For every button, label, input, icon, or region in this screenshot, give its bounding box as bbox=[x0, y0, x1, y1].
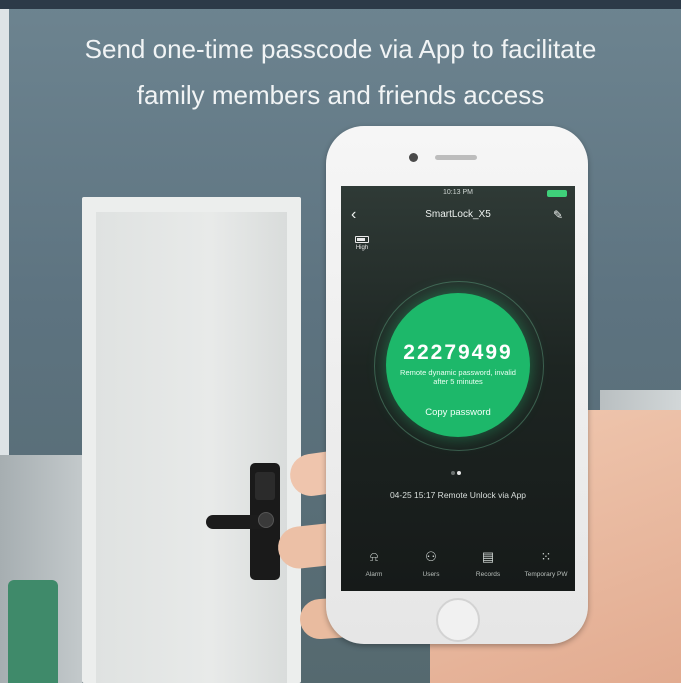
tab-records[interactable]: ▤ Records bbox=[459, 549, 517, 578]
passcode-hint-line-1: Remote dynamic password, invalid bbox=[400, 368, 516, 377]
tab-label: Users bbox=[422, 571, 440, 578]
grid-icon: ⁙ bbox=[540, 549, 552, 564]
page-indicator bbox=[450, 462, 468, 475]
passcode-hint: Remote dynamic password, invalid after 5… bbox=[394, 368, 522, 386]
headline-line-1: Send one-time passcode via App to facili… bbox=[84, 34, 597, 64]
tab-alarm[interactable]: ⍾ Alarm bbox=[345, 549, 403, 578]
copy-password-button[interactable]: Copy password bbox=[386, 407, 530, 418]
passcode-card: 22279499 Remote dynamic password, invali… bbox=[386, 293, 530, 437]
plant-pot bbox=[8, 580, 58, 683]
users-icon: ⚇ bbox=[425, 549, 437, 564]
status-time: 10:13 PM bbox=[443, 189, 473, 196]
tab-label: Records bbox=[475, 571, 501, 578]
nav-bar: ‹ SmartLock_X5 ✎ bbox=[341, 206, 575, 224]
background-photo: Send one-time passcode via App to facili… bbox=[0, 0, 681, 683]
latest-record[interactable]: 04-25 15:17 Remote Unlock via App bbox=[341, 490, 575, 500]
calendar-icon: ▤ bbox=[481, 549, 495, 564]
phone-camera bbox=[409, 153, 418, 162]
tab-users[interactable]: ⚇ Users bbox=[402, 549, 460, 578]
battery-label: High bbox=[355, 245, 369, 251]
tab-label: Temporary PW bbox=[524, 571, 568, 578]
door-panel bbox=[96, 212, 287, 683]
phone-home-button[interactable] bbox=[436, 598, 480, 642]
headline: Send one-time passcode via App to facili… bbox=[0, 26, 681, 118]
status-battery-icon bbox=[547, 190, 567, 197]
tab-label: Alarm bbox=[365, 571, 383, 578]
tab-bar: ⍾ Alarm ⚇ Users ▤ Records ⁙ Temporary PW bbox=[341, 549, 575, 591]
passcode-hint-line-2: after 5 minutes bbox=[433, 377, 483, 386]
headline-line-2: family members and friends access bbox=[136, 80, 545, 110]
page-dot-active[interactable] bbox=[457, 471, 461, 475]
fingerprint-sensor bbox=[258, 512, 274, 528]
app-screen: 10:13 PM ‹ SmartLock_X5 ✎ High 22279499 … bbox=[341, 186, 575, 591]
device-title: SmartLock_X5 bbox=[425, 209, 491, 220]
passcode-value: 22279499 bbox=[403, 341, 513, 364]
status-bar: 10:13 PM bbox=[341, 188, 575, 200]
alarm-icon: ⍾ bbox=[369, 549, 379, 564]
battery-icon bbox=[355, 236, 369, 243]
edit-icon[interactable]: ✎ bbox=[553, 207, 563, 223]
battery-indicator: High bbox=[354, 236, 370, 252]
page-dot[interactable] bbox=[451, 471, 455, 475]
smart-lock-keypad bbox=[255, 472, 275, 500]
tab-temporary-pw[interactable]: ⁙ Temporary PW bbox=[517, 549, 575, 578]
top-edge-strip bbox=[0, 0, 681, 9]
phone-speaker bbox=[435, 155, 477, 160]
